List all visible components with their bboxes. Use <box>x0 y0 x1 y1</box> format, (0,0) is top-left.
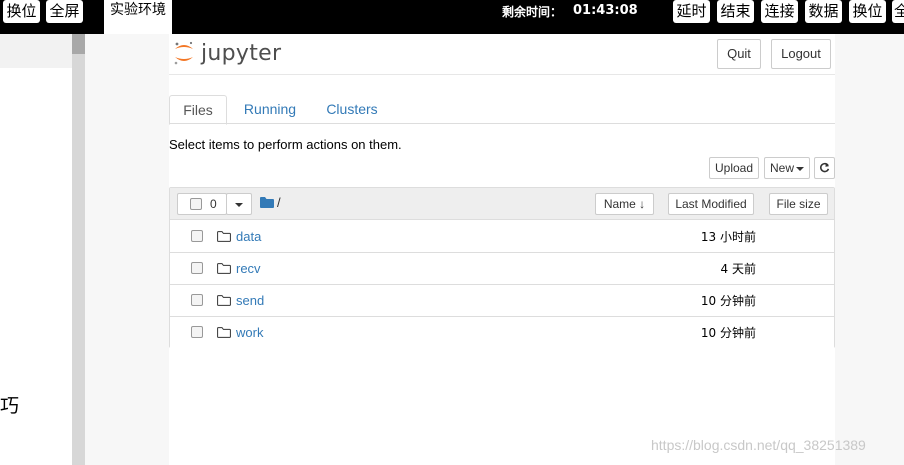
refresh-button[interactable] <box>814 157 835 179</box>
tab-files[interactable]: Files <box>169 95 227 125</box>
chevron-down-icon <box>235 202 243 207</box>
file-name-link[interactable]: recv <box>236 261 261 276</box>
file-name-link[interactable]: work <box>236 325 263 340</box>
watermark: https://blog.csdn.net/qq_38251389 <box>651 437 866 453</box>
connect-button[interactable]: 连接 <box>761 0 798 23</box>
file-name-link[interactable]: data <box>236 229 261 244</box>
sort-by-file-size-button[interactable]: File size <box>769 193 828 215</box>
selected-count: 0 <box>210 197 217 211</box>
tab-lab-environment[interactable]: 实验环境 <box>104 0 172 34</box>
row-checkbox[interactable] <box>191 326 203 338</box>
sort-by-last-modified-button[interactable]: Last Modified <box>668 193 754 215</box>
left-gutter <box>85 34 169 465</box>
tab-running[interactable]: Running <box>235 95 305 125</box>
scrollbar-thumb[interactable] <box>72 34 85 54</box>
last-modified-value: 4 天前 <box>720 262 756 276</box>
folder-outline-icon <box>217 263 231 274</box>
chevron-down-icon <box>796 166 804 171</box>
tabs-divider <box>169 123 835 124</box>
folder-outline-icon <box>217 231 231 242</box>
fullscreen-button-right[interactable]: 全 <box>892 0 904 23</box>
header-divider <box>169 74 835 75</box>
last-modified-value: 10 分钟前 <box>700 294 756 308</box>
logout-button[interactable]: Logout <box>771 39 831 69</box>
sort-by-name-button[interactable]: Name ↓ <box>595 193 654 215</box>
quit-button[interactable]: Quit <box>717 39 761 69</box>
upload-button[interactable]: Upload <box>709 157 759 179</box>
list-item[interactable]: recv 4 天前 <box>170 253 834 285</box>
list-item[interactable]: data 13 小时前 <box>170 221 834 253</box>
tab-clusters[interactable]: Clusters <box>319 95 385 125</box>
last-modified-value: 10 分钟前 <box>700 326 756 340</box>
left-panel: 巧 <box>0 34 72 465</box>
jupyter-logo-icon <box>174 41 193 65</box>
jupyter-dashboard: jupyter Quit Logout Files Running Cluste… <box>169 34 835 465</box>
jupyter-logo-text: jupyter <box>201 40 282 66</box>
left-scrollbar[interactable] <box>72 34 85 465</box>
list-item[interactable]: send 10 分钟前 <box>170 285 834 317</box>
end-button[interactable]: 结束 <box>717 0 754 23</box>
folder-icon <box>260 197 274 208</box>
fullscreen-button[interactable]: 全屏 <box>46 0 83 23</box>
select-all-button[interactable]: 0 <box>177 193 227 215</box>
right-gutter <box>835 34 904 465</box>
file-list-header: 0 / Name ↓ Last Modified File size <box>170 188 834 220</box>
swap-position-button-right[interactable]: 换位 <box>849 0 886 23</box>
file-list: 0 / Name ↓ Last Modified File size data … <box>169 187 835 349</box>
row-checkbox[interactable] <box>191 294 203 306</box>
data-button[interactable]: 数据 <box>805 0 842 23</box>
list-item[interactable]: work 10 分钟前 <box>170 317 834 349</box>
remaining-time-label: 剩余时间： <box>502 5 563 19</box>
arrow-down-icon: ↓ <box>639 197 646 211</box>
left-panel-text: 巧 <box>0 395 20 417</box>
row-checkbox[interactable] <box>191 230 203 242</box>
jupyter-logo[interactable]: jupyter <box>173 40 281 66</box>
refresh-icon <box>820 162 830 173</box>
new-dropdown-button[interactable]: New <box>764 157 810 179</box>
breadcrumb-root[interactable]: / <box>277 195 281 210</box>
select-all-checkbox[interactable] <box>190 198 202 210</box>
selection-hint: Select items to perform actions on them. <box>169 137 402 152</box>
file-name-link[interactable]: send <box>236 293 264 308</box>
selection-dropdown-button[interactable] <box>226 193 252 215</box>
sort-name-label: Name <box>603 197 636 211</box>
remaining-time-value: 01:43:08 <box>573 3 638 18</box>
folder-outline-icon <box>217 295 231 306</box>
last-modified-value: 13 小时前 <box>700 230 756 244</box>
swap-position-button[interactable]: 换位 <box>3 0 40 23</box>
extend-time-button[interactable]: 延时 <box>673 0 710 23</box>
top-toolbar: 换位 全屏 实验环境 剩余时间： 01:43:08 延时 结束 连接 数据 换位… <box>0 0 904 34</box>
row-checkbox[interactable] <box>191 262 203 274</box>
left-panel-header <box>0 34 72 68</box>
new-label: New <box>769 161 794 175</box>
folder-outline-icon <box>217 327 231 338</box>
